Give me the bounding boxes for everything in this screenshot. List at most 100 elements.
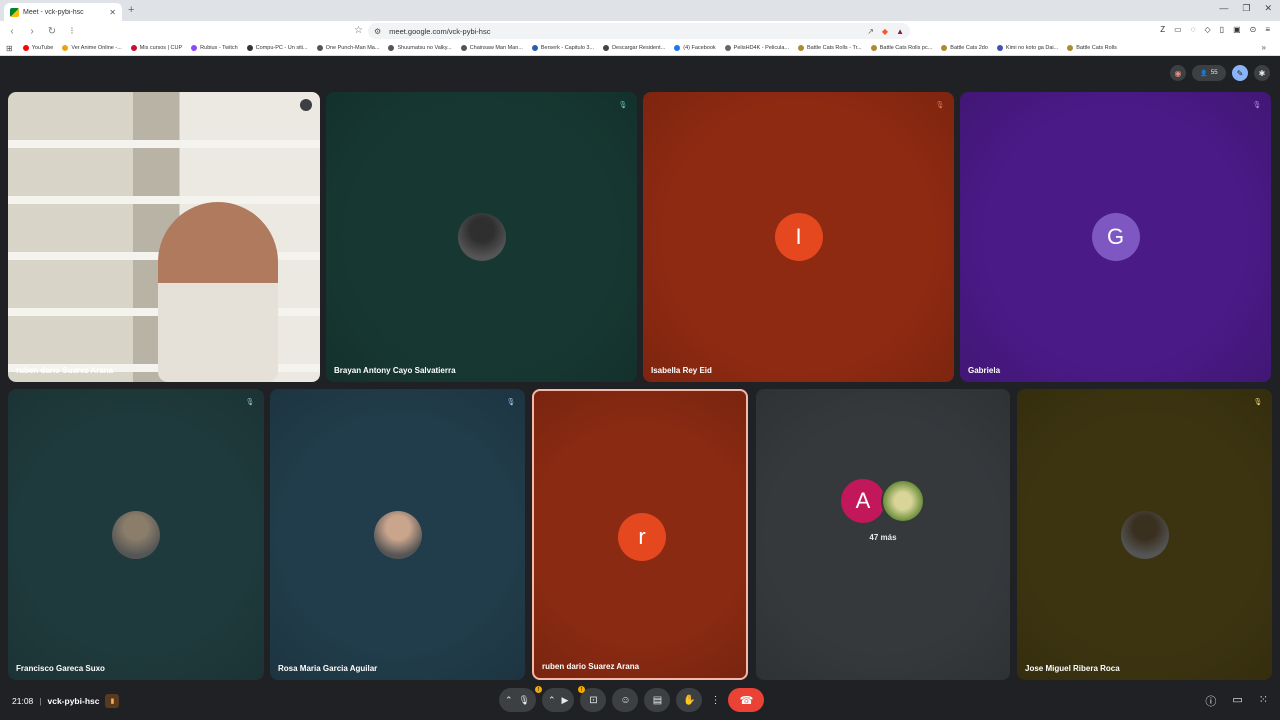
participant-tile[interactable]: 🎙 Francisco Gareca Suxo xyxy=(8,389,264,680)
site-info-icon[interactable]: ⚙ xyxy=(374,27,381,36)
captions-button[interactable]: ▤ xyxy=(644,688,671,712)
visual-effects-icon[interactable]: ✎ xyxy=(1232,65,1248,81)
bookmark-item[interactable]: Ver Anime Online -... xyxy=(62,45,122,51)
apps-grid-icon[interactable]: ⊞ xyxy=(6,44,13,53)
more-vert-icon: ⋮ xyxy=(710,694,721,706)
meeting-info: 21:08 | vck-pybi-hsc ▮ xyxy=(12,694,120,708)
participant-name: Gabriela xyxy=(968,366,1001,375)
bookmark-item[interactable]: Battle Cats Rolls xyxy=(1067,45,1117,51)
participant-photo-avatar xyxy=(457,213,506,261)
present-icon: ⊡ xyxy=(589,694,598,706)
participant-tile[interactable]: 🎙 ruben dario Suarez Arana xyxy=(8,92,320,382)
bookmark-item[interactable]: Descargar Resident... xyxy=(603,45,665,51)
participant-tile[interactable]: I 🎙 Isabella Rey Eid xyxy=(643,92,954,382)
mic-options-chevron-icon[interactable]: ⌃ xyxy=(505,695,513,706)
url-text[interactable]: meet.google.com/vck-pybi-hsc xyxy=(389,27,859,36)
bookmark-label: Battle Cats Rolls pc... xyxy=(879,45,933,51)
participant-tile[interactable]: r ruben dario Suarez Arana xyxy=(532,389,748,680)
chat-icon[interactable]: ▭ xyxy=(1232,693,1242,709)
bookmark-favicon-icon xyxy=(130,45,137,51)
participant-avatar: G xyxy=(1091,213,1140,261)
participant-name: Francisco Gareca Suxo xyxy=(16,664,105,673)
extension-puzzle-icon[interactable]: ◇ xyxy=(1205,25,1211,34)
bookmark-favicon-icon xyxy=(941,45,948,51)
participant-tile[interactable]: 🎙 Rosa Maria Garcia Aguilar xyxy=(270,389,525,680)
address-bar[interactable]: ⚙ meet.google.com/vck-pybi-hsc ↗ ◆ ▲ xyxy=(368,23,910,39)
new-tab-button[interactable]: + xyxy=(128,4,134,16)
end-call-button[interactable]: ☎ xyxy=(728,688,765,712)
bookmark-item[interactable]: (4) Facebook xyxy=(674,45,716,51)
bookmark-item[interactable]: Mis cursos | CUP xyxy=(130,45,182,51)
bookmark-item[interactable]: Rubius - Twitch xyxy=(191,45,238,51)
meet-top-icons: ◉ 👤 55 ✎ ✱ xyxy=(1170,65,1270,81)
call-end-icon: ☎ xyxy=(739,694,754,707)
camera-options-chevron-icon[interactable]: ⌃ xyxy=(548,695,556,706)
bookmark-star-icon[interactable]: ☆ xyxy=(354,25,363,36)
raise-hand-button[interactable]: ✋ xyxy=(676,688,703,712)
maximize-icon[interactable]: ❐ xyxy=(1242,3,1250,14)
bookmark-item[interactable]: Compu-PC - Un siti... xyxy=(246,45,308,51)
bookmark-favicon-icon xyxy=(22,45,29,51)
participant-tile[interactable]: A 47 más xyxy=(756,389,1010,680)
camera-control[interactable]: ⌃ ▶ ! xyxy=(541,686,585,712)
videocam-icon[interactable]: ▶ xyxy=(562,695,569,706)
extension-chat-icon[interactable]: ◌ xyxy=(1191,25,1196,34)
apps-icon[interactable]: ⁝ xyxy=(64,26,80,37)
bookmark-item[interactable]: Shuumatsu no Valky... xyxy=(388,45,452,51)
mic-off-icon: 🎙 xyxy=(506,399,516,406)
present-button[interactable]: ⊡ xyxy=(580,688,607,712)
extension-window-icon[interactable]: ▭ xyxy=(1174,25,1182,34)
back-icon[interactable]: ‹ xyxy=(4,26,20,37)
extension-wallet-icon[interactable]: ▣ xyxy=(1233,25,1241,34)
close-tab-icon[interactable]: ✕ xyxy=(109,8,116,17)
bookmark-item[interactable]: One Punch-Man Ma... xyxy=(316,45,380,51)
bookmark-item[interactable]: Chainsaw Man Man... xyxy=(460,45,523,51)
recording-icon[interactable]: ◉ xyxy=(1170,65,1186,81)
bookmark-item[interactable]: Battle Cats Rolls pc... xyxy=(870,45,933,51)
close-window-icon[interactable]: ✕ xyxy=(1264,3,1272,14)
brave-rewards-icon[interactable]: ▲ xyxy=(896,27,904,36)
raise-hand-icon: ✋ xyxy=(683,694,696,706)
activities-icon[interactable]: ⁙ xyxy=(1259,693,1268,709)
extensions-area: Z ▭ ◌ ◇ ▯ ▣ ⊙ ≡ xyxy=(1160,25,1270,34)
extension-z-icon[interactable]: Z xyxy=(1160,25,1165,34)
sidebar-icon[interactable]: ▯ xyxy=(1220,25,1224,34)
participant-tile[interactable]: 🎙 Jose Miguel Ribera Roca xyxy=(1017,389,1272,680)
bookmark-item[interactable]: YouTube xyxy=(22,45,53,51)
bookmark-item[interactable]: Battle Cats Rolls - Tr... xyxy=(798,45,862,51)
mic-icon[interactable]: 🎙 xyxy=(519,695,530,706)
participant-tile[interactable]: 🎙 Brayan Antony Cayo Salvatierra xyxy=(326,92,637,382)
bookmark-item[interactable]: PelisHD4K - Pelicula... xyxy=(724,45,789,51)
call-controls: ⌃ 🎙 ! ⌃ ▶ ! ⊡ ☺ ▤ ✋ ⋮ ☎ xyxy=(499,686,765,712)
participant-tile[interactable]: G 🎙 Gabriela xyxy=(960,92,1271,382)
more-options-button[interactable]: ⋮ xyxy=(708,688,722,712)
meeting-details-icon[interactable]: ⓘ xyxy=(1205,693,1216,709)
pin-off-icon[interactable]: ✱ xyxy=(1254,65,1270,81)
bookmark-item[interactable]: Kimi no koto ga Dai... xyxy=(996,45,1058,51)
meet-favicon-icon xyxy=(10,7,19,17)
bookmark-label: PelisHD4K - Pelicula... xyxy=(733,45,789,51)
menu-icon[interactable]: ≡ xyxy=(1265,25,1270,34)
brave-shield-icon[interactable]: ◆ xyxy=(882,27,888,36)
vpn-icon[interactable]: ⊙ xyxy=(1250,25,1257,34)
bookmarks-more-icon[interactable]: » xyxy=(1262,43,1266,52)
bookmark-label: Battle Cats Rolls xyxy=(1076,45,1117,51)
bookmark-label: One Punch-Man Ma... xyxy=(325,45,380,51)
reload-icon[interactable]: ↻ xyxy=(44,26,60,37)
mic-off-icon: 🎙 xyxy=(1252,102,1262,109)
mic-control[interactable]: ⌃ 🎙 ! xyxy=(499,686,542,712)
emoji-button[interactable]: ☺ xyxy=(612,688,639,712)
browser-tab[interactable]: Meet - vck-pybi-hsc ✕ xyxy=(4,3,122,21)
participant-photo-avatar xyxy=(112,510,160,559)
share-icon[interactable]: ↗ xyxy=(867,27,874,36)
host-controls-icon[interactable]: ▮ xyxy=(105,694,120,708)
bookmark-item[interactable]: Battle Cats 2do xyxy=(941,45,988,51)
participants-button[interactable]: 👤 55 xyxy=(1192,65,1226,81)
bookmark-item[interactable]: Berserk - Capitulo 3... xyxy=(531,45,594,51)
mic-off-icon: 🎙 xyxy=(618,102,628,109)
forward-icon[interactable]: › xyxy=(24,26,40,37)
minimize-icon[interactable]: — xyxy=(1219,3,1228,14)
participant-count: 55 xyxy=(1210,70,1218,76)
mic-off-icon: 🎙 xyxy=(300,99,312,111)
participant-name: ruben dario Suarez Arana xyxy=(16,366,114,375)
